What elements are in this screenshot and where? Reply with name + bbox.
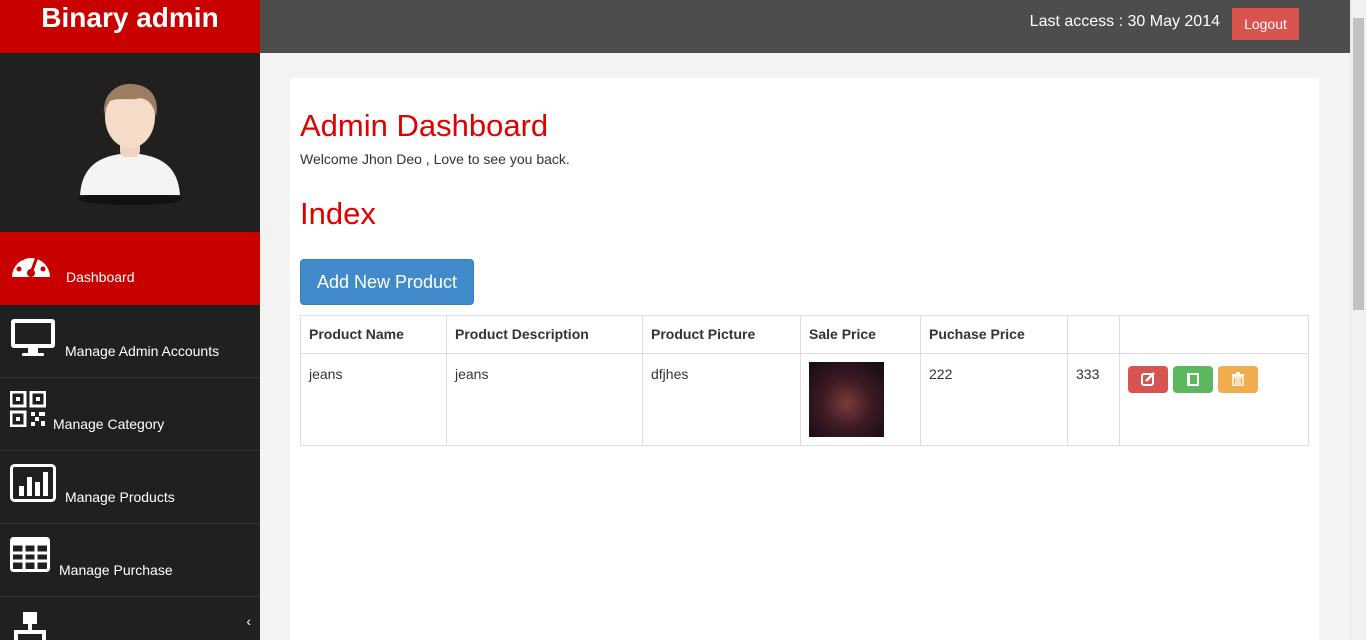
copy-button[interactable]: [1172, 366, 1213, 393]
sidebar-item-manage-category[interactable]: Manage Category: [0, 378, 260, 451]
sidebar-item-label: Manage Purchase: [59, 562, 173, 578]
dashboard-icon: [12, 250, 50, 277]
sidebar-item-dashboard[interactable]: Dashboard: [0, 232, 260, 305]
sidebar-item-manage-purchase[interactable]: Manage Purchase: [0, 524, 260, 597]
table-icon: [10, 537, 50, 572]
section-title: Index: [300, 196, 376, 231]
add-new-product-button[interactable]: Add New Product: [300, 259, 474, 305]
page-title: Admin Dashboard: [300, 108, 549, 143]
sidebar-item-partial[interactable]: [0, 597, 260, 640]
sidebar: Dashboard Manage Admin Accounts Manage C…: [0, 53, 260, 640]
cell-product-name: jeans: [300, 353, 447, 446]
user-avatar-area: [0, 53, 260, 232]
copy-icon: [1186, 373, 1199, 386]
cell-product-picture: dfjhes: [642, 353, 801, 446]
column-header: Sale Price: [800, 315, 921, 354]
user-avatar: [78, 83, 182, 205]
cell-purchase-price: 333: [1067, 353, 1120, 446]
edit-button[interactable]: [1128, 366, 1168, 393]
scrollbar-thumb[interactable]: [1353, 18, 1364, 310]
qrcode-icon: [10, 391, 46, 427]
cell-sale-price-image: [800, 353, 921, 446]
logout-button[interactable]: Logout: [1232, 8, 1299, 40]
sidebar-item-label: Manage Admin Accounts: [65, 343, 220, 359]
sidebar-item-label: Manage Products: [65, 489, 175, 505]
main-content: Admin Dashboard Welcome Jhon Deo , Love …: [290, 78, 1319, 640]
sidebar-item-label: Dashboard: [66, 269, 135, 285]
edit-icon: [1141, 372, 1155, 386]
column-header: [1119, 315, 1309, 354]
column-header: Product Name: [300, 315, 447, 354]
last-access-text: Last access : 30 May 2014: [1029, 13, 1220, 30]
product-thumbnail[interactable]: [809, 362, 884, 437]
top-navbar: Last access : 30 May 2014 Logout: [260, 0, 1350, 53]
column-header: Puchase Price: [920, 315, 1068, 354]
welcome-text: Welcome Jhon Deo , Love to see you back.: [300, 151, 570, 167]
sidebar-item-manage-products[interactable]: Manage Products: [0, 451, 260, 524]
bar-chart-icon: [10, 464, 56, 502]
cell-actions: [1119, 353, 1309, 446]
sitemap-icon: [14, 612, 46, 640]
products-table: Product Name Product Description Product…: [300, 315, 1309, 446]
trash-icon: [1231, 372, 1244, 386]
collapse-arrow-icon[interactable]: ‹: [246, 613, 251, 629]
brand-logo[interactable]: Binary admin: [0, 0, 260, 53]
sidebar-item-label: Manage Category: [53, 416, 165, 432]
column-header: [1067, 315, 1120, 354]
column-header: Product Picture: [642, 315, 801, 354]
column-header: Product Description: [446, 315, 643, 354]
sidebar-item-manage-admin-accounts[interactable]: Manage Admin Accounts: [0, 305, 260, 378]
desktop-icon: [11, 319, 55, 356]
cell-product-description: jeans: [446, 353, 643, 446]
table-row: jeans jeans dfjhes 222 333: [300, 353, 1309, 446]
cell-sale-price: 222: [920, 353, 1068, 446]
table-header-row: Product Name Product Description Product…: [300, 315, 1309, 354]
delete-button[interactable]: [1217, 366, 1258, 393]
vertical-scrollbar[interactable]: [1350, 0, 1366, 640]
